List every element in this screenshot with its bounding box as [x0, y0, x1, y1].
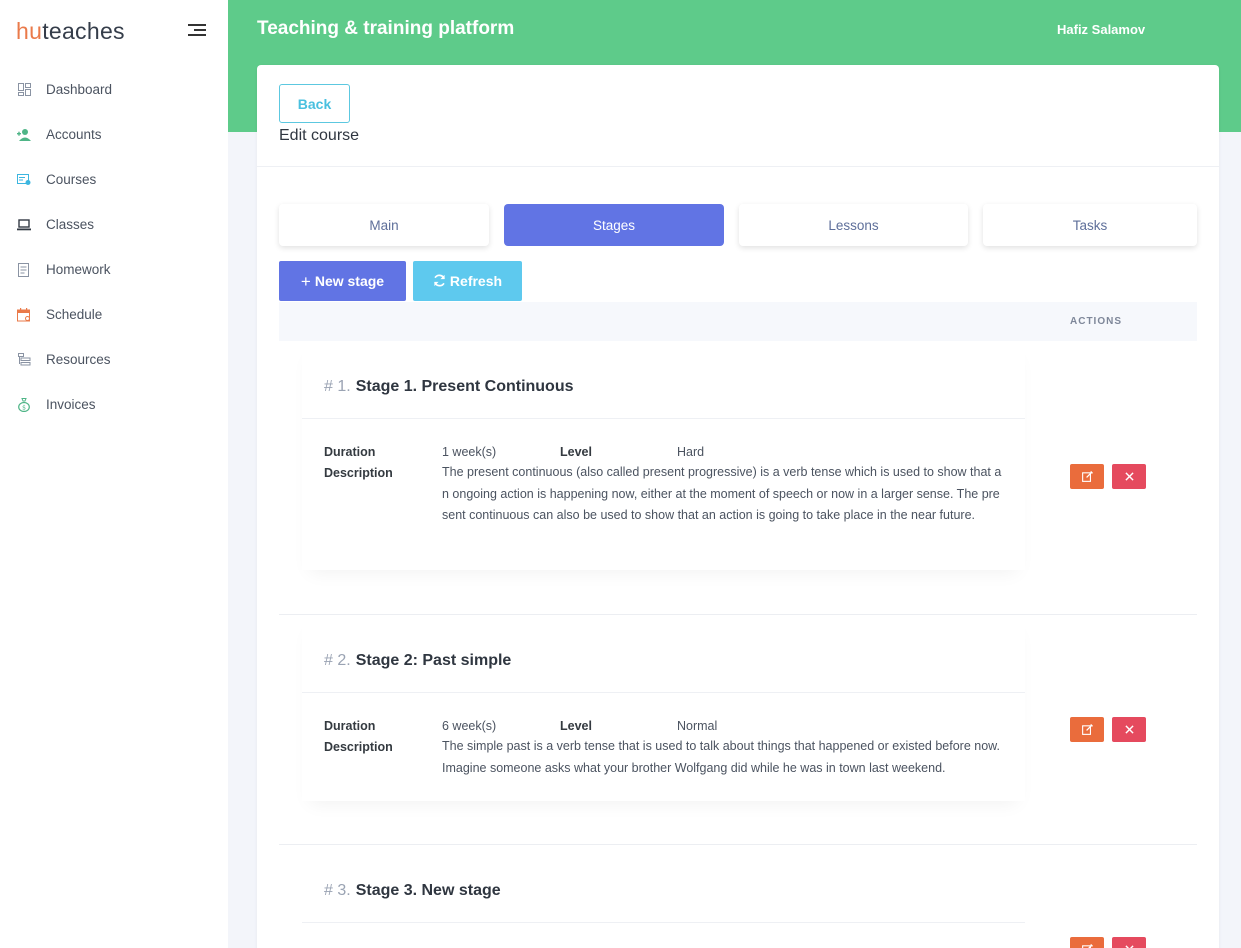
stage-title-text: Stage 2: Past simple [355, 652, 512, 669]
description-value: The simple past is a verb tense that is … [442, 739, 1000, 775]
sidebar-item-dashboard[interactable]: Dashboard [0, 67, 228, 112]
stage-divider [302, 922, 1025, 923]
user-add-icon [17, 128, 31, 142]
tab-lessons[interactable]: Lessons [739, 204, 968, 246]
course-icon [17, 173, 31, 187]
sidebar-item-invoices[interactable]: $ Invoices [0, 382, 228, 427]
close-icon [1124, 725, 1134, 734]
description-value: The present continuous (also called pres… [442, 465, 1002, 522]
edit-course-card: Back Edit course Main Stages Lessons Tas… [257, 65, 1219, 948]
edit-stage-button[interactable] [1070, 464, 1104, 489]
stage-body [302, 341, 1025, 570]
stage-divider [302, 692, 1025, 693]
sidebar-item-label: Schedule [46, 307, 103, 322]
level-value: Normal [677, 719, 718, 733]
sidebar-item-label: Classes [46, 217, 95, 232]
stage-divider [302, 418, 1025, 419]
stage-title-text: Stage 1. Present Continuous [355, 378, 574, 395]
menu-toggle-icon[interactable] [188, 24, 206, 38]
delete-stage-button[interactable] [1112, 464, 1146, 489]
sidebar: huteaches Dashboard Accounts Courses Cla… [0, 0, 228, 948]
level-label: Level [560, 445, 592, 459]
money-bag-icon: $ [17, 397, 31, 412]
edit-icon [1081, 944, 1093, 948]
user-menu[interactable]: Hafiz Salamov [1057, 22, 1145, 37]
duration-label: Duration [324, 445, 376, 459]
calendar-icon [17, 307, 31, 322]
new-stage-button[interactable]: + New stage [279, 261, 406, 301]
dashboard-icon [17, 83, 31, 97]
table-row: # 2. Stage 2: Past simple Duration 6 week… [279, 615, 1197, 845]
sidebar-item-schedule[interactable]: Schedule [0, 292, 228, 337]
sidebar-item-homework[interactable]: Homework [0, 247, 228, 292]
back-button[interactable]: Back [279, 84, 350, 123]
stage-number: # 1. [324, 378, 351, 395]
page-title: Edit course [279, 127, 360, 144]
laptop-icon [17, 218, 31, 232]
duration-value: 6 week(s) [442, 719, 497, 733]
brand-logo-part1: hu [16, 18, 43, 44]
sidebar-item-courses[interactable]: Courses [0, 157, 228, 202]
stage-title: # 1. Stage 1. Present Continuous [324, 378, 574, 396]
card-header: Back Edit course [257, 65, 1219, 167]
refresh-icon [433, 273, 446, 290]
sidebar-item-classes[interactable]: Classes [0, 202, 228, 247]
document-icon [17, 262, 31, 277]
edit-stage-button[interactable] [1070, 937, 1104, 948]
sidebar-item-label: Accounts [46, 127, 102, 142]
level-value: Hard [677, 445, 705, 459]
tab-tasks[interactable]: Tasks [983, 204, 1197, 246]
sidebar-item-accounts[interactable]: Accounts [0, 112, 228, 157]
course-tabs: Main Stages Lessons Tasks [279, 204, 1197, 246]
sidebar-item-label: Invoices [46, 397, 96, 412]
refresh-label: Refresh [449, 273, 503, 289]
close-icon [1124, 472, 1134, 481]
stage-number: # 2. [324, 652, 351, 669]
duration-label: Duration [324, 719, 376, 733]
stage-number: # 3. [324, 882, 351, 899]
stages-table-header: ACTIONS [279, 302, 1197, 341]
edit-stage-button[interactable] [1070, 717, 1104, 742]
tab-main[interactable]: Main [279, 204, 489, 246]
header-title: Teaching & training platform [257, 18, 515, 39]
sidebar-item-label: Resources [46, 352, 111, 367]
stage-title: # 2. Stage 2: Past simple [324, 652, 511, 670]
sidebar-nav: Dashboard Accounts Courses Classes Homew… [0, 67, 228, 427]
stages-list: # 1. Stage 1. Present Continuous Duration… [279, 341, 1197, 948]
sidebar-item-label: Homework [46, 262, 111, 277]
tab-stages[interactable]: Stages [504, 204, 724, 246]
stage-title-text: Stage 3. New stage [355, 882, 501, 899]
sidebar-item-label: Dashboard [46, 82, 113, 97]
table-row: # 1. Stage 1. Present Continuous Duration… [279, 341, 1197, 615]
svg-text:$: $ [22, 404, 26, 411]
delete-stage-button[interactable] [1112, 717, 1146, 742]
actions-column-header: ACTIONS [1070, 316, 1122, 327]
sidebar-item-resources[interactable]: Resources [0, 337, 228, 382]
brand-logo[interactable]: huteaches [16, 18, 125, 45]
new-stage-label: New stage [314, 273, 385, 289]
stage-title: # 3. Stage 3. New stage [324, 882, 501, 900]
delete-stage-button[interactable] [1112, 937, 1146, 948]
plus-icon: + [300, 271, 311, 291]
level-label: Level [560, 719, 592, 733]
sidebar-item-label: Courses [46, 172, 97, 187]
edit-icon [1081, 724, 1093, 735]
refresh-button[interactable]: Refresh [413, 261, 522, 301]
resources-icon [17, 353, 31, 367]
description-label: Description [324, 740, 393, 754]
brand-logo-part2: teaches [42, 18, 125, 44]
description-label: Description [324, 466, 393, 480]
edit-icon [1081, 471, 1093, 482]
duration-value: 1 week(s) [442, 445, 497, 459]
table-row: # 3. Stage 3. New stage [279, 845, 1197, 948]
